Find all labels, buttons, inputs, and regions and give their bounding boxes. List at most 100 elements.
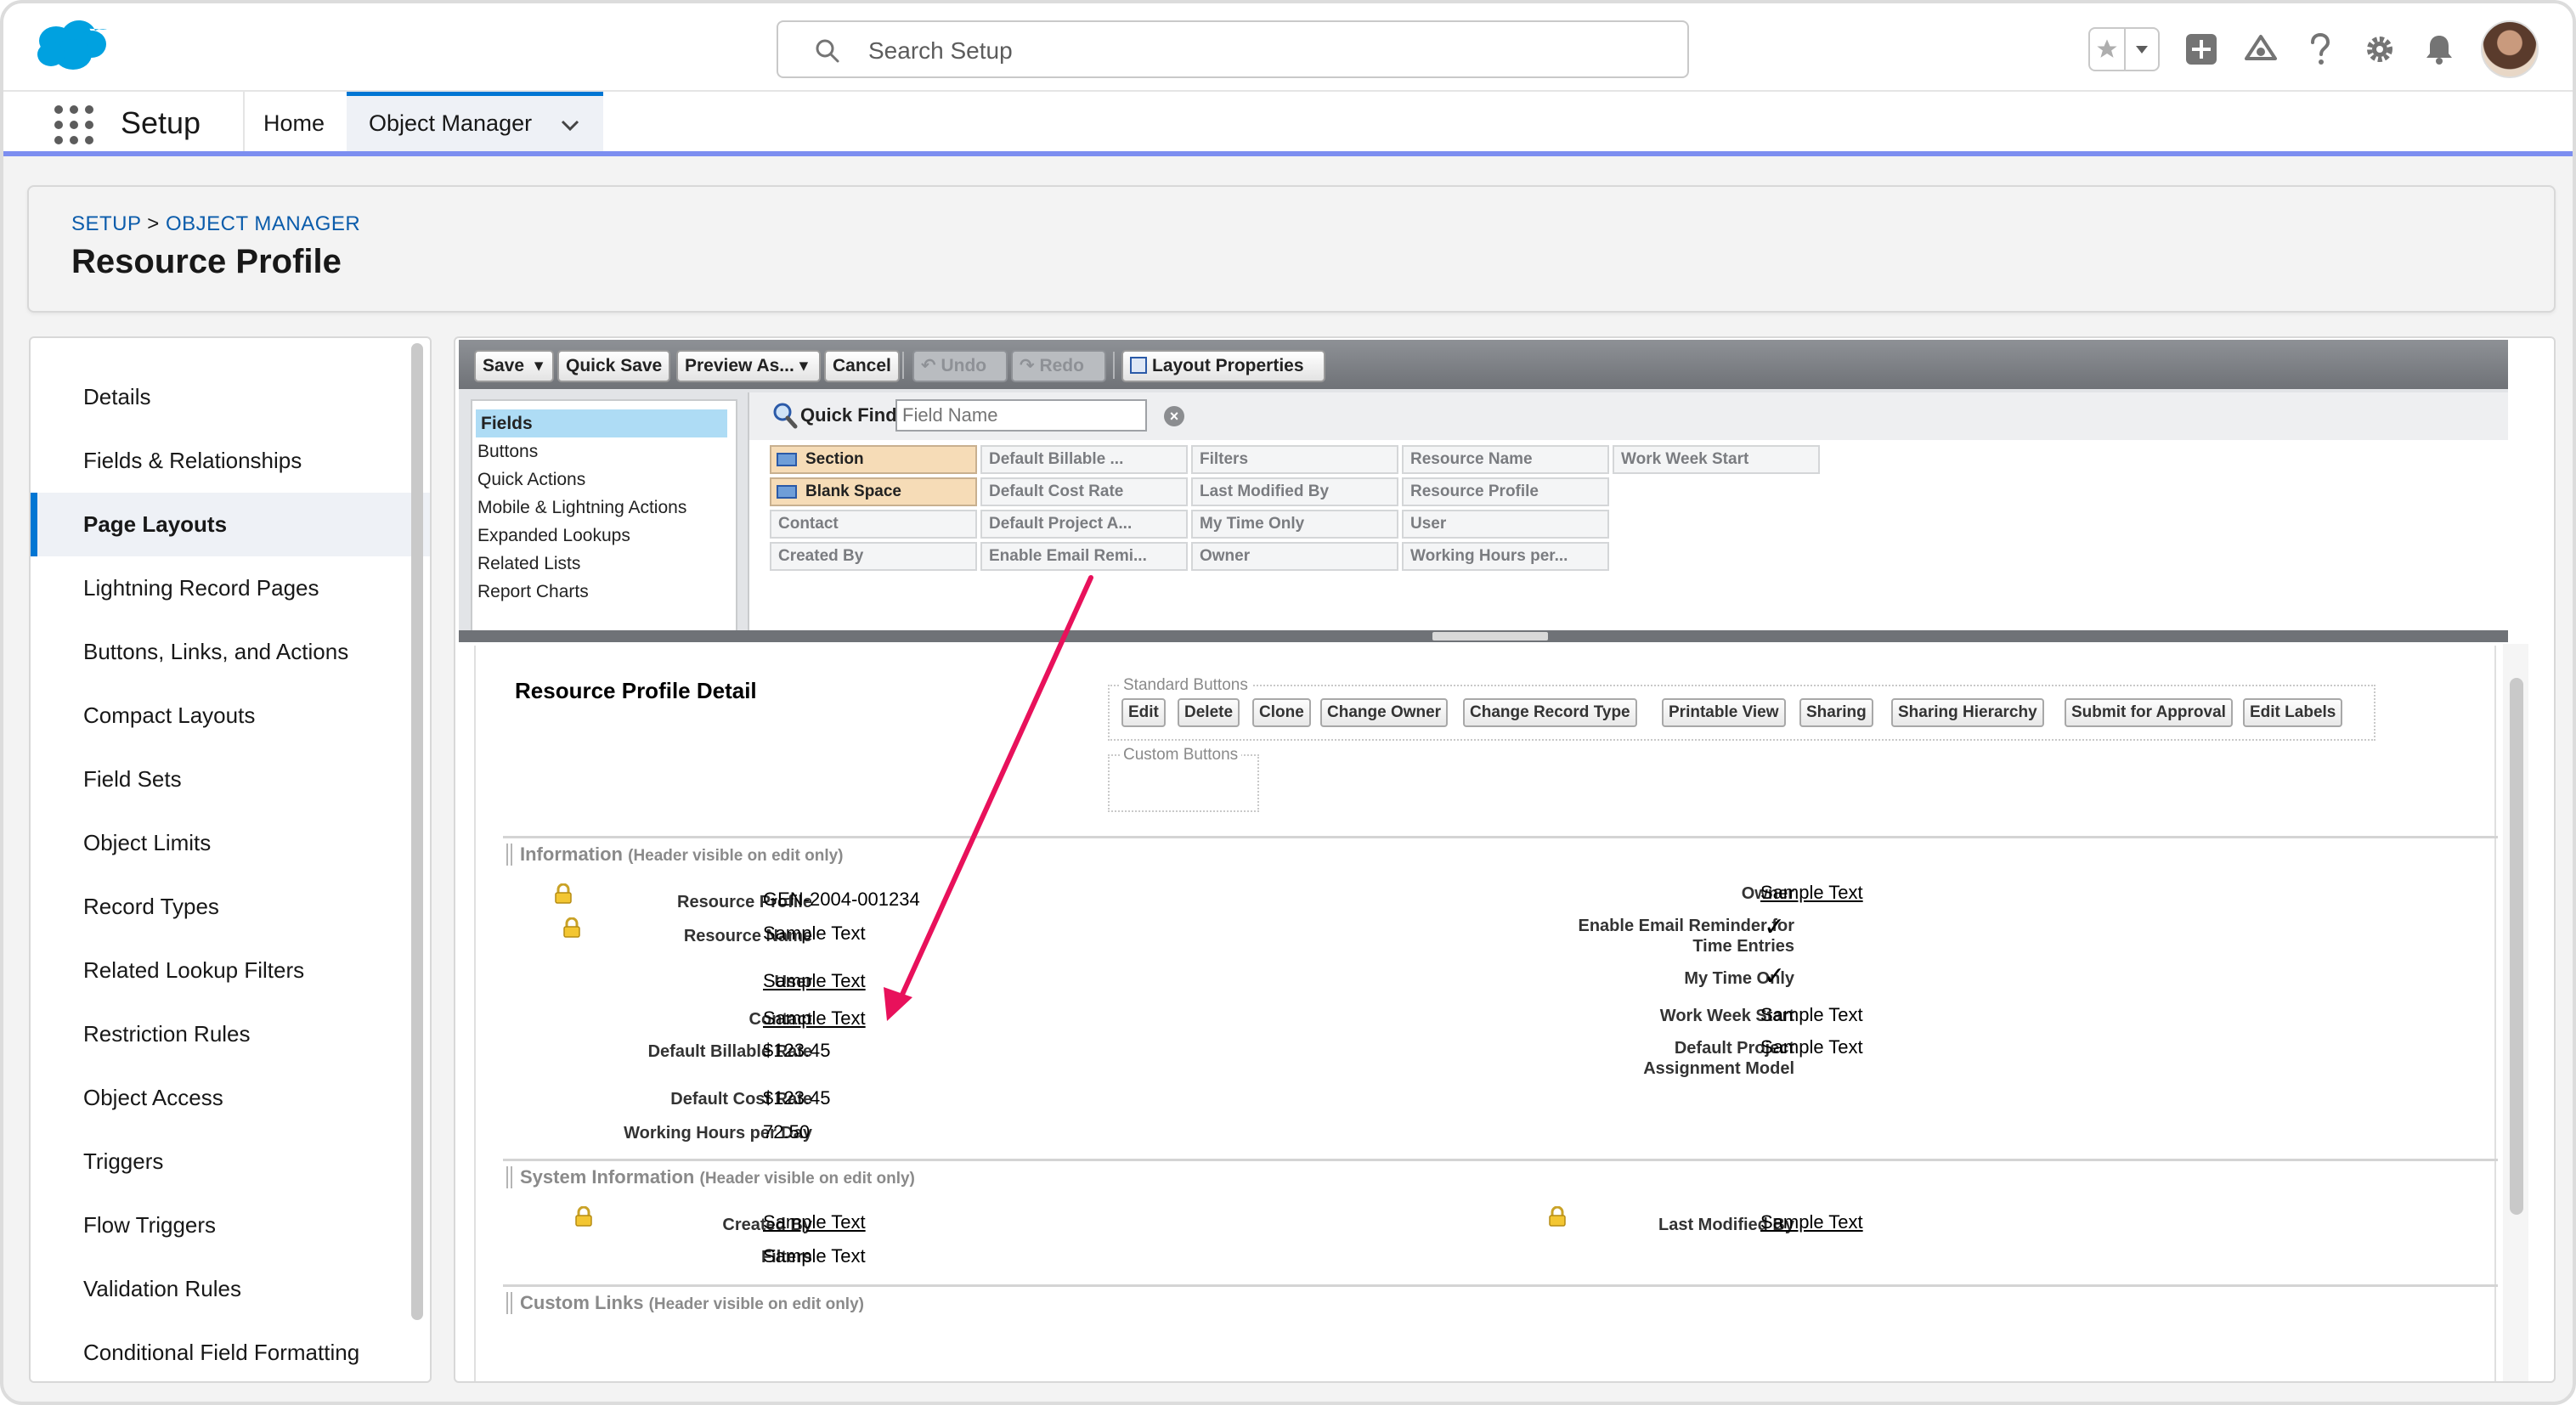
sidebar-item-compact-layouts[interactable]: Compact Layouts — [31, 684, 430, 748]
chevron-down-icon[interactable] — [559, 115, 581, 137]
palette-item-field[interactable]: Enable Email Remi... — [980, 542, 1188, 571]
palette-category-report-charts[interactable]: Report Charts — [472, 578, 736, 606]
preview-as-button[interactable]: Preview As... ▾ — [676, 350, 821, 382]
palette-item-field[interactable]: Working Hours per... — [1402, 542, 1609, 571]
std-button-clone[interactable]: Clone — [1252, 698, 1311, 727]
sidebar-item-field-sets[interactable]: Field Sets — [31, 748, 430, 811]
field-value[interactable]: Sample Text — [1760, 1211, 1863, 1233]
trailhead-icon[interactable] — [2243, 31, 2279, 67]
sidebar-scrollbar[interactable] — [411, 343, 423, 1320]
gear-icon[interactable] — [2362, 31, 2398, 67]
section-information[interactable]: Information (Header visible on edit only… — [503, 836, 2498, 866]
field-value[interactable]: 72.50 — [763, 1121, 810, 1143]
sidebar-item-conditional-field-formatting[interactable]: Conditional Field Formatting — [31, 1321, 430, 1381]
palette-category-mobile-lightning-actions[interactable]: Mobile & Lightning Actions — [472, 494, 736, 522]
field-value[interactable]: Sample Text — [763, 1211, 866, 1233]
palette-category-expanded-lookups[interactable]: Expanded Lookups — [472, 522, 736, 550]
sidebar-item-validation-rules[interactable]: Validation Rules — [31, 1257, 430, 1321]
std-button-edit-labels[interactable]: Edit Labels — [2243, 698, 2343, 727]
palette-item-field[interactable]: Resource Name — [1402, 445, 1609, 474]
sidebar-item-fields-relationships[interactable]: Fields & Relationships — [31, 429, 430, 493]
tab-home[interactable]: Home — [263, 110, 325, 137]
section-custom-links[interactable]: Custom Links (Header visible on edit onl… — [503, 1284, 2498, 1314]
sidebar-item-restriction-rules[interactable]: Restriction Rules — [31, 1002, 430, 1066]
help-icon[interactable] — [2302, 31, 2338, 67]
drag-handle-icon[interactable] — [506, 1292, 512, 1314]
star-icon[interactable] — [2090, 29, 2124, 70]
palette-item-field[interactable]: Default Project A... — [980, 510, 1188, 539]
cancel-button[interactable]: Cancel — [824, 350, 900, 382]
palette-category-quick-actions[interactable]: Quick Actions — [472, 466, 736, 494]
palette-category-fields[interactable]: Fields — [476, 409, 727, 437]
palette-category-buttons[interactable]: Buttons — [472, 437, 736, 466]
avatar[interactable] — [2481, 20, 2539, 78]
palette-item-field[interactable]: Resource Profile — [1402, 477, 1609, 506]
clear-icon[interactable]: × — [1164, 406, 1184, 426]
global-search[interactable]: Search Setup — [777, 20, 1689, 78]
sidebar-item-buttons-links-actions[interactable]: Buttons, Links, and Actions — [31, 620, 430, 684]
quick-save-button[interactable]: Quick Save — [557, 350, 671, 382]
sidebar-item-triggers[interactable]: Triggers — [31, 1130, 430, 1193]
canvas-scrollbar[interactable] — [2510, 678, 2523, 1215]
field-value[interactable]: Sample Text — [763, 970, 866, 992]
sidebar-item-object-limits[interactable]: Object Limits — [31, 811, 430, 875]
palette-item-field[interactable]: Created By — [770, 542, 977, 571]
sidebar-item-details[interactable]: Details — [31, 365, 430, 429]
sidebar-item-record-types[interactable]: Record Types — [31, 875, 430, 939]
plus-icon[interactable] — [2183, 31, 2219, 67]
drag-handle-icon[interactable] — [506, 1166, 512, 1188]
field-value[interactable]: GEN-2004-001234 — [763, 889, 920, 911]
std-button-submit-for-approval[interactable]: Submit for Approval — [2065, 698, 2233, 727]
field-value[interactable]: Sample Text — [763, 1007, 866, 1030]
palette-item-field[interactable]: Last Modified By — [1191, 477, 1398, 506]
field-value[interactable]: Sample Text — [763, 923, 866, 945]
std-button-edit[interactable]: Edit — [1121, 698, 1166, 727]
bell-icon[interactable] — [2421, 31, 2457, 67]
std-button-change-owner[interactable]: Change Owner — [1320, 698, 1449, 727]
palette-category-related-lists[interactable]: Related Lists — [472, 550, 736, 578]
field-value[interactable]: $123.45 — [763, 1040, 831, 1062]
std-button-sharing-hierarchy[interactable]: Sharing Hierarchy — [1891, 698, 2044, 727]
palette-item-field[interactable]: Filters — [1191, 445, 1398, 474]
palette-item-field[interactable]: Owner — [1191, 542, 1398, 571]
field-value[interactable]: $123.45 — [763, 1087, 831, 1109]
std-button-sharing[interactable]: Sharing — [1799, 698, 1873, 727]
palette-item-section[interactable]: Section — [770, 445, 977, 474]
sidebar-item-related-lookup-filters[interactable]: Related Lookup Filters — [31, 939, 430, 1002]
sidebar-item-page-layouts[interactable]: Page Layouts — [31, 493, 430, 556]
tab-object-manager[interactable]: Object Manager — [347, 92, 603, 151]
std-button-change-record-type[interactable]: Change Record Type — [1463, 698, 1637, 727]
palette-item-field[interactable]: User — [1402, 510, 1609, 539]
field-value[interactable]: Sample Text — [1760, 1036, 1863, 1058]
palette-item-field[interactable]: My Time Only — [1191, 510, 1398, 539]
chevron-down-icon[interactable]: ▾ — [534, 356, 544, 375]
sidebar-item-object-access[interactable]: Object Access — [31, 1066, 430, 1130]
palette-item-field[interactable]: Work Week Start — [1613, 445, 1820, 474]
favorites-button[interactable] — [2088, 27, 2160, 71]
undo-button[interactable]: ↶ Undo — [912, 350, 1008, 382]
field-value[interactable]: Sample Text — [1760, 1004, 1863, 1026]
std-button-delete[interactable]: Delete — [1178, 698, 1240, 727]
sidebar-item-lightning-record-pages[interactable]: Lightning Record Pages — [31, 556, 430, 620]
save-button[interactable]: Save ▾ — [474, 350, 554, 382]
sidebar-item-flow-triggers[interactable]: Flow Triggers — [31, 1193, 430, 1257]
field-value[interactable]: Sample Text — [763, 1245, 866, 1267]
chevron-down-icon[interactable]: ▾ — [799, 356, 809, 375]
salesforce-logo[interactable] — [34, 20, 107, 73]
quick-find-input[interactable] — [895, 399, 1147, 432]
palette-item-field[interactable]: Default Cost Rate — [980, 477, 1188, 506]
palette-collapse-handle[interactable] — [1432, 632, 1548, 640]
palette-item-field[interactable]: Contact — [770, 510, 977, 539]
app-launcher-icon[interactable] — [54, 105, 93, 144]
breadcrumb-setup[interactable]: SETUP — [71, 212, 141, 235]
palette-item-field[interactable]: Default Billable ... — [980, 445, 1188, 474]
palette-item-blank-space[interactable]: Blank Space — [770, 477, 977, 506]
drag-handle-icon[interactable] — [506, 844, 512, 866]
breadcrumb-object-manager[interactable]: OBJECT MANAGER — [166, 212, 360, 235]
layout-properties-button[interactable]: Layout Properties — [1121, 350, 1325, 382]
field-value[interactable]: Sample Text — [1760, 882, 1863, 904]
std-button-printable-view[interactable]: Printable View — [1662, 698, 1786, 727]
section-system-information[interactable]: System Information (Header visible on ed… — [503, 1159, 2498, 1188]
redo-button[interactable]: ↷ Redo — [1011, 350, 1106, 382]
chevron-down-icon[interactable] — [2124, 29, 2158, 70]
